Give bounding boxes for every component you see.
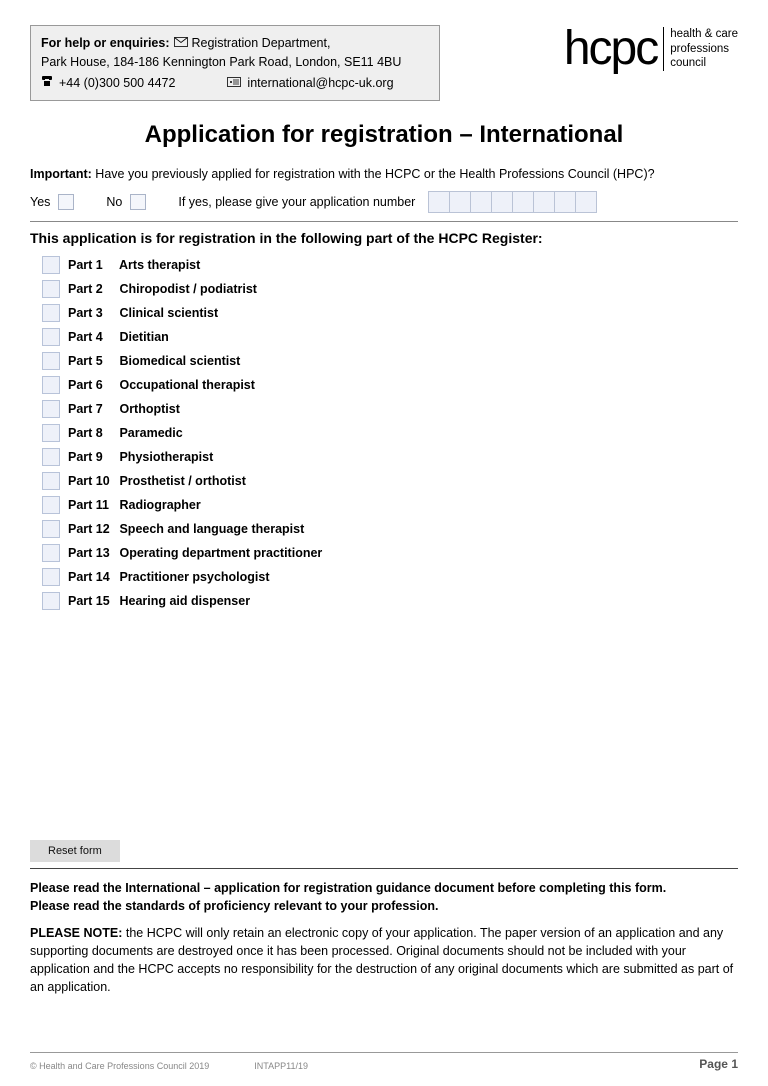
help-phone: +44 (0)300 500 4472 bbox=[59, 74, 175, 93]
help-dept: Registration Department, bbox=[192, 34, 331, 53]
email-icon bbox=[227, 74, 241, 93]
part-row: Part 5 Biomedical scientist bbox=[42, 352, 738, 370]
important-line: Important: Have you previously applied f… bbox=[30, 167, 738, 181]
reset-button[interactable]: Reset form bbox=[30, 840, 120, 862]
part-row: Part 8 Paramedic bbox=[42, 424, 738, 442]
logo-subtitle: health & care professions council bbox=[663, 27, 738, 70]
part-checkbox[interactable] bbox=[42, 544, 60, 562]
part-label: Part 7 Orthoptist bbox=[68, 402, 180, 416]
section-heading: This application is for registration in … bbox=[30, 230, 738, 246]
part-checkbox[interactable] bbox=[42, 448, 60, 466]
part-checkbox[interactable] bbox=[42, 472, 60, 490]
part-checkbox[interactable] bbox=[42, 496, 60, 514]
part-row: Part 15 Hearing aid dispenser bbox=[42, 592, 738, 610]
part-row: Part 13 Operating department practitione… bbox=[42, 544, 738, 562]
part-label: Part 6 Occupational therapist bbox=[68, 378, 255, 392]
part-label: Part 5 Biomedical scientist bbox=[68, 354, 240, 368]
page-title: Application for registration – Internati… bbox=[30, 121, 738, 149]
part-label: Part 12 Speech and language therapist bbox=[68, 522, 304, 536]
please-note: PLEASE NOTE: the HCPC will only retain a… bbox=[30, 924, 738, 997]
yes-checkbox[interactable] bbox=[58, 194, 74, 210]
part-row: Part 14 Practitioner psychologist bbox=[42, 568, 738, 586]
part-row: Part 1 Arts therapist bbox=[42, 256, 738, 274]
help-label: For help or enquiries: bbox=[41, 34, 170, 53]
part-row: Part 12 Speech and language therapist bbox=[42, 520, 738, 538]
part-label: Part 11 Radiographer bbox=[68, 498, 201, 512]
part-row: Part 7 Orthoptist bbox=[42, 400, 738, 418]
part-checkbox[interactable] bbox=[42, 424, 60, 442]
footer: © Health and Care Professions Council 20… bbox=[30, 1052, 738, 1071]
part-checkbox[interactable] bbox=[42, 400, 60, 418]
part-label: Part 4 Dietitian bbox=[68, 330, 169, 344]
part-label: Part 3 Clinical scientist bbox=[68, 306, 218, 320]
yes-label: Yes bbox=[30, 195, 50, 209]
part-label: Part 8 Paramedic bbox=[68, 426, 183, 440]
help-email: international@hcpc-uk.org bbox=[247, 74, 393, 93]
part-row: Part 10 Prosthetist / orthotist bbox=[42, 472, 738, 490]
part-checkbox[interactable] bbox=[42, 328, 60, 346]
phone-icon bbox=[41, 74, 53, 93]
part-checkbox[interactable] bbox=[42, 304, 60, 322]
footer-copyright: © Health and Care Professions Council 20… bbox=[30, 1061, 209, 1071]
part-label: Part 14 Practitioner psychologist bbox=[68, 570, 270, 584]
part-label: Part 15 Hearing aid dispenser bbox=[68, 594, 250, 608]
appnum-label: If yes, please give your application num… bbox=[178, 195, 415, 209]
parts-list: Part 1 Arts therapist Part 2 Chiropodist … bbox=[42, 256, 738, 610]
part-checkbox[interactable] bbox=[42, 280, 60, 298]
logo: hcpc health & care professions council bbox=[564, 25, 738, 73]
part-label: Part 9 Physiotherapist bbox=[68, 450, 213, 464]
logo-hcpc-text: hcpc bbox=[564, 25, 657, 73]
part-row: Part 3 Clinical scientist bbox=[42, 304, 738, 322]
no-label: No bbox=[106, 195, 122, 209]
mail-icon bbox=[174, 34, 188, 53]
appnum-boxes[interactable] bbox=[429, 191, 597, 213]
part-checkbox[interactable] bbox=[42, 592, 60, 610]
help-box: For help or enquiries: Registration Depa… bbox=[30, 25, 440, 101]
part-label: Part 13 Operating department practitione… bbox=[68, 546, 322, 560]
part-row: Part 11 Radiographer bbox=[42, 496, 738, 514]
no-checkbox[interactable] bbox=[130, 194, 146, 210]
part-label: Part 2 Chiropodist / podiatrist bbox=[68, 282, 257, 296]
part-row: Part 2 Chiropodist / podiatrist bbox=[42, 280, 738, 298]
part-checkbox[interactable] bbox=[42, 352, 60, 370]
part-row: Part 9 Physiotherapist bbox=[42, 448, 738, 466]
part-label: Part 10 Prosthetist / orthotist bbox=[68, 474, 246, 488]
part-checkbox[interactable] bbox=[42, 256, 60, 274]
read-note: Please read the International – applicat… bbox=[30, 879, 738, 915]
footer-code: INTAPP11/19 bbox=[254, 1061, 308, 1071]
part-checkbox[interactable] bbox=[42, 376, 60, 394]
part-checkbox[interactable] bbox=[42, 568, 60, 586]
part-row: Part 6 Occupational therapist bbox=[42, 376, 738, 394]
part-row: Part 4 Dietitian bbox=[42, 328, 738, 346]
footer-page: Page 1 bbox=[699, 1057, 738, 1071]
help-address: Park House, 184-186 Kennington Park Road… bbox=[41, 53, 429, 72]
part-label: Part 1 Arts therapist bbox=[68, 258, 200, 272]
part-checkbox[interactable] bbox=[42, 520, 60, 538]
